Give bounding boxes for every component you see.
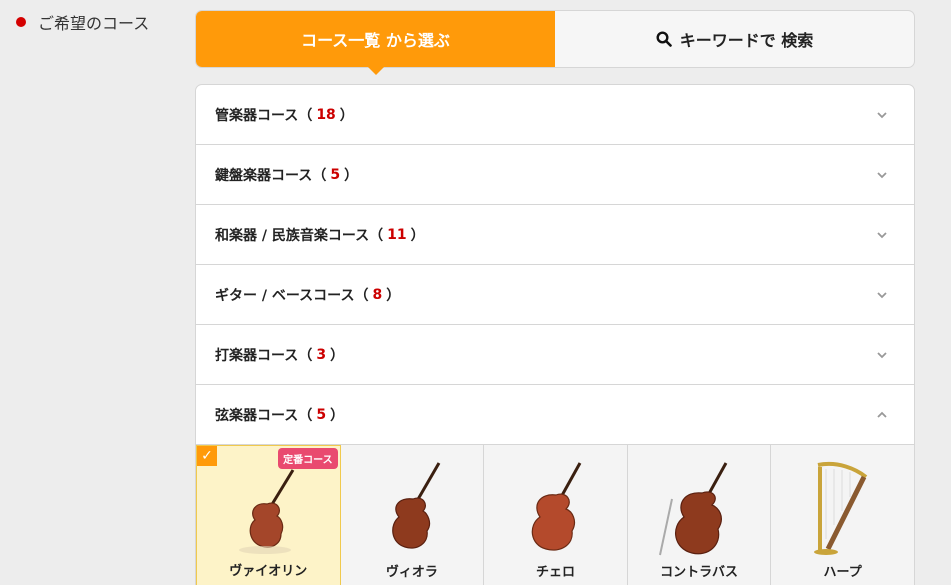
category-count: 11 (387, 226, 407, 243)
category-name: 管楽器コース (215, 107, 299, 124)
instrument-card-contrabass[interactable]: コントラバス (627, 445, 772, 585)
tab-keyword-search[interactable]: キーワードで 検索 (555, 11, 914, 67)
accordion-row-strings[interactable]: 弦楽器コース（5） (196, 385, 914, 445)
category-count: 8 (372, 286, 383, 303)
course-tabs: コース一覧 から選ぶ キーワードで 検索 (195, 10, 915, 68)
accordion-row-wind[interactable]: 管楽器コース（18） (196, 85, 914, 145)
viola-icon (392, 462, 441, 549)
bullet-dot-icon (16, 17, 26, 27)
category-name: 打楽器コース (215, 347, 299, 364)
instrument-name: ヴィオラ (385, 565, 438, 580)
category-count: 5 (316, 406, 327, 423)
contrabass-icon (659, 462, 728, 556)
instrument-card-violin[interactable]: ✓ 定番コース ヴァイオリン (196, 445, 341, 585)
course-section-label-text: ご希望のコース (38, 14, 150, 33)
instrument-name: チェロ (535, 565, 575, 580)
chevron-up-icon (877, 411, 887, 418)
chevron-down-icon (877, 111, 887, 118)
harp-icon (813, 462, 867, 555)
chevron-down-icon (877, 351, 887, 358)
instrument-card-cello[interactable]: チェロ (484, 445, 628, 585)
course-section-label: ご希望のコース (16, 10, 149, 34)
accordion-row-percussion[interactable]: 打楽器コース（3） (196, 325, 914, 385)
tab-course-list[interactable]: コース一覧 から選ぶ (196, 11, 555, 67)
category-name: 弦楽器コース (215, 407, 299, 424)
category-name: ギター / ベースコース (215, 287, 355, 304)
accordion-row-keyboard[interactable]: 鍵盤楽器コース（5） (196, 145, 914, 205)
chevron-down-icon (877, 291, 887, 298)
instrument-name: ヴァイオリン (229, 564, 308, 579)
instrument-card-harp[interactable]: ハープ (771, 445, 914, 585)
tab-course-list-label: コース一覧 から選ぶ (301, 31, 450, 50)
accordion-row-japanese[interactable]: 和楽器 / 民族音楽コース（11） (196, 205, 914, 265)
search-icon (656, 31, 672, 47)
category-count: 5 (330, 166, 341, 183)
chevron-down-icon (877, 171, 887, 178)
category-count: 18 (316, 106, 336, 123)
chevron-down-icon (877, 231, 887, 238)
cello-icon (532, 462, 582, 551)
category-name: 和楽器 / 民族音楽コース (215, 227, 370, 244)
course-accordion: 管楽器コース（18） 鍵盤楽器コース（5） 和楽器 / 民族音楽コース（11） … (195, 84, 915, 585)
instrument-card-viola[interactable]: ヴィオラ (340, 445, 485, 585)
tab-keyword-search-label: キーワードで 検索 (679, 31, 814, 50)
category-count: 3 (316, 346, 327, 363)
standard-course-badge: 定番コース (278, 448, 338, 469)
accordion-row-guitar[interactable]: ギター / ベースコース（8） (196, 265, 914, 325)
violin-icon (239, 469, 295, 554)
instrument-grid: ✓ 定番コース ヴァイオリン ヴィオラ チェロ コントラバス ハープ (196, 445, 914, 585)
instrument-name: コントラバス (660, 565, 739, 580)
instrument-name: ハープ (823, 565, 862, 580)
checkmark-icon: ✓ (197, 446, 217, 466)
category-name: 鍵盤楽器コース (215, 167, 313, 184)
